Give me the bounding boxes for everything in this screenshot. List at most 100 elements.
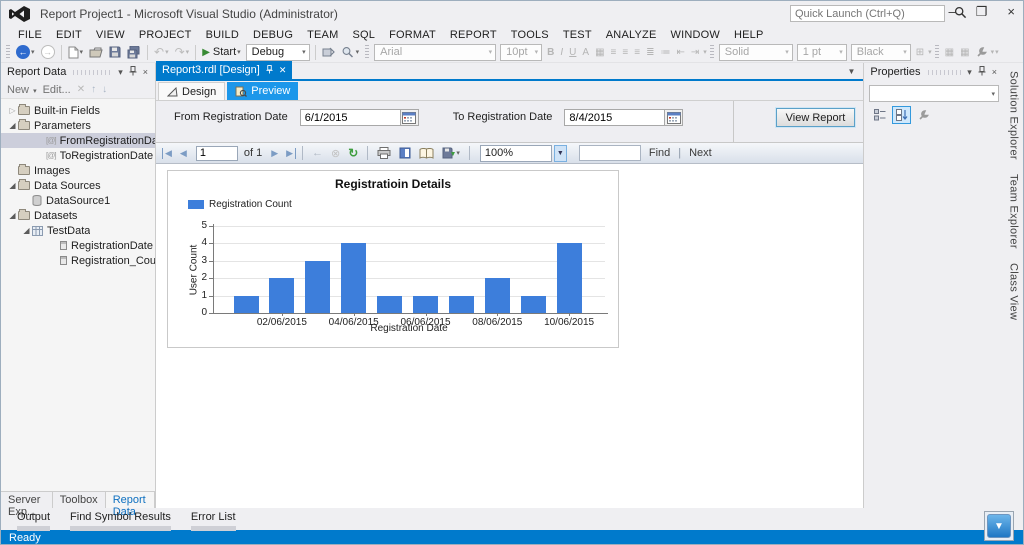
menu-report[interactable]: REPORT	[443, 28, 504, 42]
menu-build[interactable]: BUILD	[199, 28, 246, 42]
start-debug-button[interactable]: ▶Start▾	[200, 43, 242, 61]
undo-button[interactable]: ↶▾	[152, 43, 171, 61]
next-page-button[interactable]: ▶	[268, 148, 281, 159]
close-icon[interactable]: ×	[140, 67, 151, 77]
tab-team-explorer[interactable]: Team Explorer	[1008, 174, 1020, 249]
tree-item-testdata[interactable]: ◢ TestData	[1, 223, 155, 238]
menu-sql[interactable]: SQL	[345, 28, 382, 42]
menu-tools[interactable]: TOOLS	[504, 28, 556, 42]
alphabetical-sort-icon[interactable]	[892, 106, 911, 124]
window-position-icon[interactable]: ▾	[964, 67, 975, 78]
toolbar-grip[interactable]	[710, 45, 714, 59]
new-file-button[interactable]: ▾	[66, 43, 86, 61]
document-tab[interactable]: Report3.rdl [Design] ✕	[156, 61, 292, 79]
close-button[interactable]: ×	[1007, 2, 1015, 22]
tab-report-data[interactable]: Report Data	[106, 492, 155, 508]
pin-icon[interactable]	[126, 66, 140, 78]
last-page-button[interactable]: ▶	[283, 148, 296, 159]
find-in-files-icon[interactable]: ▾	[339, 43, 362, 61]
menu-project[interactable]: PROJECT	[132, 28, 199, 42]
close-icon[interactable]: ✕	[279, 65, 287, 76]
menu-format[interactable]: FORMAT	[382, 28, 443, 42]
tab-preview[interactable]: Preview	[227, 82, 298, 100]
minimize-button[interactable]: –	[949, 2, 956, 22]
pin-icon[interactable]	[266, 65, 273, 76]
tree-item-fromregistrationdate[interactable]: [@] FromRegistrationDate	[1, 133, 155, 148]
open-file-button[interactable]	[87, 43, 105, 61]
quick-launch-box[interactable]	[790, 5, 945, 22]
tree-item-datasets[interactable]: ◢ Datasets	[1, 208, 155, 223]
tree-item-images[interactable]: Images	[1, 163, 155, 178]
menu-file[interactable]: FILE	[11, 28, 49, 42]
back-to-parent-button[interactable]: ←	[309, 147, 326, 159]
refresh-button[interactable]: ↻	[345, 146, 361, 160]
toolbar-grip[interactable]	[6, 45, 10, 59]
from-date-input[interactable]	[300, 109, 400, 126]
toolbar-grip[interactable]	[935, 45, 939, 59]
new-menu-button[interactable]: New ▾	[7, 84, 37, 96]
tab-solution-explorer[interactable]: Solution Explorer	[1008, 71, 1020, 160]
tab-list-dropdown-icon[interactable]: ▼	[847, 67, 855, 76]
menu-team[interactable]: TEAM	[300, 28, 345, 42]
previous-page-button[interactable]: ◀	[177, 148, 190, 159]
stop-rendering-button[interactable]: ⊗	[328, 147, 343, 160]
expander-icon[interactable]: ◢	[21, 226, 32, 235]
property-pages-wrench-icon[interactable]	[914, 106, 933, 124]
zoom-combo[interactable]: 100%	[480, 145, 552, 162]
calendar-icon[interactable]	[400, 109, 419, 126]
menu-window[interactable]: WINDOW	[663, 28, 726, 42]
redo-button[interactable]: ↷▾	[173, 43, 192, 61]
print-button[interactable]	[374, 147, 394, 159]
edit-button[interactable]: Edit...	[43, 84, 71, 96]
tab-server-explorer[interactable]: Server Exp...	[1, 492, 53, 508]
to-date-input[interactable]	[564, 109, 664, 126]
navigate-forward-button[interactable]: →	[39, 43, 57, 61]
current-page-input[interactable]	[196, 146, 238, 161]
menu-debug[interactable]: DEBUG	[246, 28, 300, 42]
tab-find-symbol-results[interactable]: Find Symbol Results	[62, 511, 179, 531]
menu-test[interactable]: TEST	[556, 28, 599, 42]
expander-icon[interactable]: ◢	[7, 211, 18, 220]
tab-toolbox[interactable]: Toolbox	[53, 492, 106, 508]
quick-launch-input[interactable]	[791, 7, 944, 20]
tree-item-data-sources[interactable]: ◢ Data Sources	[1, 178, 155, 193]
page-setup-button[interactable]	[416, 148, 437, 159]
solution-configuration-combo[interactable]: Debug▾	[246, 44, 310, 61]
tree-item-toregistrationdate[interactable]: [@] ToRegistrationDate	[1, 148, 155, 163]
restore-button[interactable]: ❐	[976, 2, 988, 22]
expander-icon[interactable]: ◢	[7, 181, 18, 190]
print-layout-button[interactable]	[396, 147, 414, 159]
attach-to-process-icon[interactable]	[320, 43, 337, 61]
tab-design[interactable]: Design	[158, 82, 225, 100]
toolbar-grip[interactable]	[365, 45, 369, 59]
menu-view[interactable]: VIEW	[89, 28, 132, 42]
find-button[interactable]: Find	[643, 147, 676, 159]
expander-icon[interactable]: ◢	[7, 121, 18, 130]
find-text-input[interactable]	[579, 145, 641, 161]
view-report-button[interactable]: View Report	[776, 108, 856, 127]
menu-help[interactable]: HELP	[727, 28, 771, 42]
window-position-icon[interactable]: ▾	[115, 67, 126, 78]
menu-edit[interactable]: EDIT	[49, 28, 89, 42]
panel-grip[interactable]	[928, 70, 962, 75]
tree-item-parameters[interactable]: ◢ Parameters	[1, 118, 155, 133]
calendar-icon[interactable]	[664, 109, 683, 126]
pin-icon[interactable]	[975, 66, 989, 78]
close-icon[interactable]: ×	[989, 67, 1000, 77]
tab-output[interactable]: Output	[9, 511, 58, 531]
categorized-view-icon[interactable]	[870, 106, 889, 124]
first-page-button[interactable]: ◀	[162, 148, 175, 159]
find-next-button[interactable]: Next	[683, 147, 718, 159]
tree-item-registration-count[interactable]: Registration_Count	[1, 253, 155, 268]
save-button[interactable]	[107, 43, 123, 61]
tree-item-registrationdate[interactable]: RegistrationDate	[1, 238, 155, 253]
tab-class-view[interactable]: Class View	[1008, 263, 1020, 320]
expander-icon[interactable]: ▷	[7, 106, 18, 115]
feedback-tray-button[interactable]: ▼	[984, 511, 1014, 541]
zoom-dropdown-icon[interactable]: ▼	[554, 145, 567, 162]
tree-item-datasource1[interactable]: DataSource1	[1, 193, 155, 208]
menu-analyze[interactable]: ANALYZE	[599, 28, 664, 42]
save-all-button[interactable]	[125, 43, 143, 61]
object-selector-combo[interactable]: ▾	[869, 85, 999, 102]
tab-error-list[interactable]: Error List	[183, 511, 244, 531]
